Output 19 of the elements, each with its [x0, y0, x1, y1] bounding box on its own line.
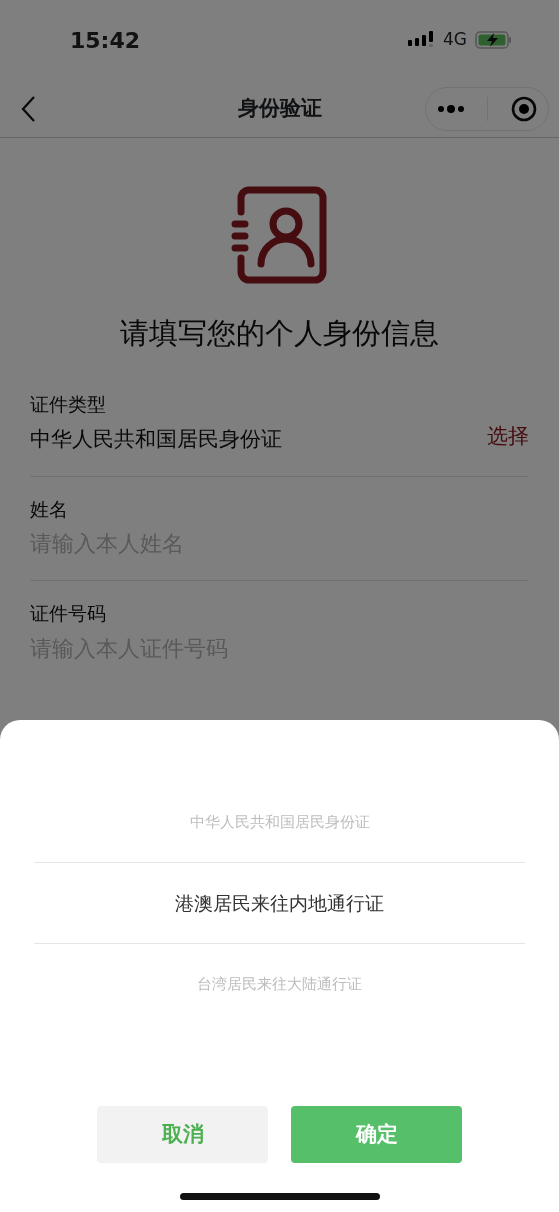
- page-title: 身份验证: [237, 94, 322, 122]
- field-label: 证件类型: [30, 391, 107, 417]
- back-icon[interactable]: [20, 94, 36, 123]
- select-link[interactable]: 选择: [487, 421, 529, 453]
- confirm-button[interactable]: 确定: [291, 1106, 462, 1163]
- field-value: 中华人民共和国居民身份证: [30, 426, 282, 453]
- field-label: 姓名: [30, 496, 69, 522]
- picker-option[interactable]: 港澳居民来往内地通行证: [34, 862, 525, 944]
- network-type: 4G: [443, 28, 467, 52]
- battery-icon: [475, 30, 513, 50]
- field-label: 证件号码: [30, 601, 107, 626]
- close-target-icon[interactable]: [510, 95, 537, 122]
- page-heading: 请填写您的个人身份信息: [120, 315, 439, 352]
- signal-icon: [408, 31, 435, 49]
- more-icon[interactable]: [437, 103, 466, 114]
- picker-option[interactable]: 中华人民共和国居民身份证: [34, 782, 525, 862]
- status-time: 15:42: [70, 26, 141, 55]
- cancel-button[interactable]: 取消: [97, 1106, 268, 1163]
- picker-option[interactable]: 台湾居民来往大陆通行证: [34, 944, 525, 1024]
